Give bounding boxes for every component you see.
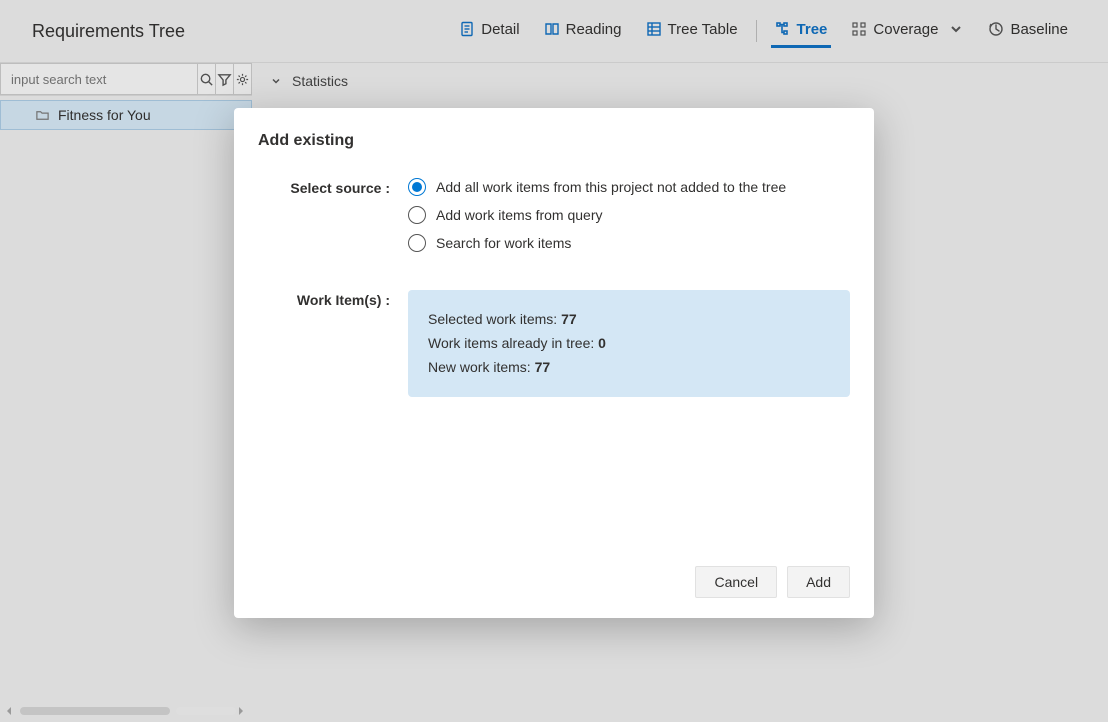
scroll-right-icon [236,706,246,716]
radio-icon [408,234,426,252]
source-option-query[interactable]: Add work items from query [408,206,850,224]
option-label: Search for work items [436,235,571,251]
source-option-search[interactable]: Search for work items [408,234,850,252]
source-label: Select source : [258,178,408,262]
source-option-all[interactable]: Add all work items from this project not… [408,178,850,196]
workitems-summary: Selected work items: 77 Work items alrea… [408,290,850,397]
workitems-row: Work Item(s) : Selected work items: 77 W… [258,290,850,397]
add-button[interactable]: Add [787,566,850,598]
option-label: Add all work items from this project not… [436,179,786,195]
summary-in-tree: Work items already in tree: 0 [428,332,830,356]
cancel-button[interactable]: Cancel [695,566,777,598]
add-existing-dialog: Add existing Select source : Add all wor… [234,108,874,618]
radio-icon [408,178,426,196]
dialog-footer: Cancel Add [258,566,850,598]
modal-backdrop: Add existing Select source : Add all wor… [0,0,1108,722]
scroll-left-icon [4,706,14,716]
scrollbar-track [176,707,236,715]
horizontal-scrollbar[interactable] [4,706,246,716]
scrollbar-thumb[interactable] [20,707,170,715]
source-row: Select source : Add all work items from … [258,178,850,262]
summary-new: New work items: 77 [428,356,830,380]
source-options: Add all work items from this project not… [408,178,850,262]
option-label: Add work items from query [436,207,603,223]
summary-selected: Selected work items: 77 [428,308,830,332]
radio-icon [408,206,426,224]
dialog-title: Add existing [258,132,850,150]
workitems-label: Work Item(s) : [258,290,408,397]
